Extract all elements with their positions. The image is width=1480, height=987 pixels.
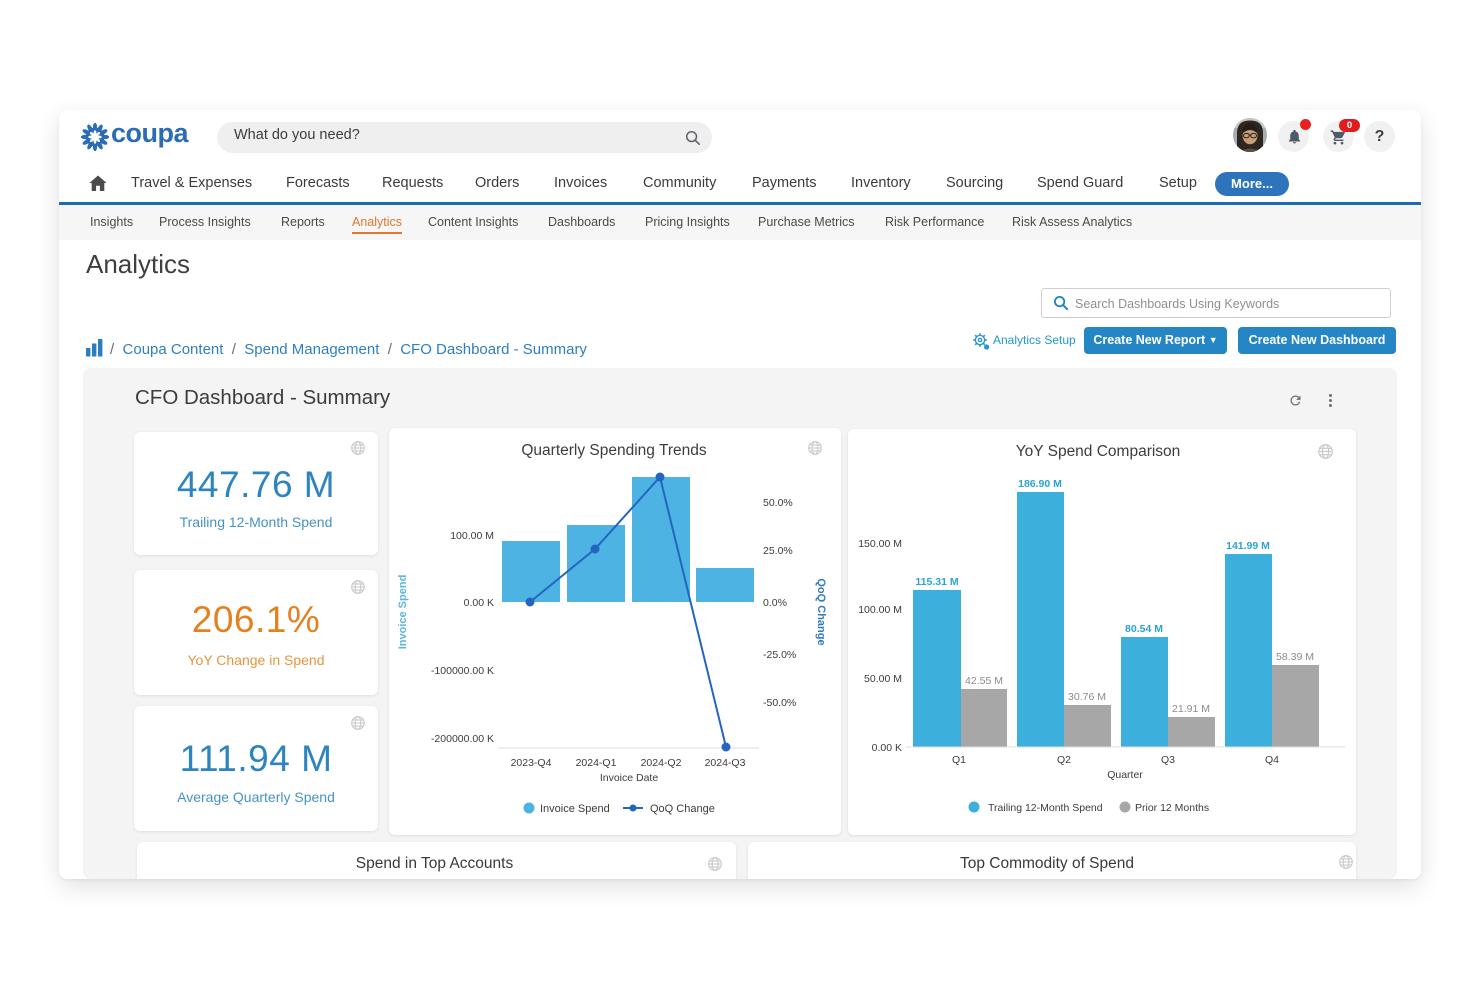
svg-text:80.54 M: 80.54 M [1125, 623, 1163, 635]
svg-text:141.99 M: 141.99 M [1226, 540, 1270, 552]
svg-text:Q4: Q4 [1265, 754, 1279, 766]
svg-text:58.39 M: 58.39 M [1276, 651, 1314, 663]
svg-text:115.31 M: 115.31 M [915, 576, 958, 588]
svg-text:2023-Q4: 2023-Q4 [511, 757, 552, 769]
svg-text:Quarterly Spending Trends: Quarterly Spending Trends [521, 442, 706, 459]
svg-text:-200000.00 K: -200000.00 K [431, 733, 494, 745]
svg-text:42.55 M: 42.55 M [965, 675, 1003, 687]
svg-text:YoY Spend Comparison: YoY Spend Comparison [1016, 443, 1181, 460]
svg-text:21.91 M: 21.91 M [1172, 703, 1210, 715]
svg-text:186.90 M: 186.90 M [1018, 478, 1062, 490]
svg-text:0.0%: 0.0% [763, 597, 787, 609]
svg-text:Invoice Spend: Invoice Spend [540, 803, 610, 815]
svg-text:50.00 M: 50.00 M [864, 673, 902, 685]
svg-text:100.00 M: 100.00 M [450, 530, 494, 542]
svg-text:Invoice Date: Invoice Date [600, 772, 659, 784]
svg-text:Prior 12 Months: Prior 12 Months [1135, 802, 1209, 814]
svg-text:Trailing 12-Month Spend: Trailing 12-Month Spend [988, 802, 1103, 814]
svg-text:Q1: Q1 [952, 754, 966, 766]
svg-text:-50.0%: -50.0% [763, 697, 796, 709]
svg-text:0.00 K: 0.00 K [464, 597, 494, 609]
svg-text:QoQ Change: QoQ Change [815, 578, 827, 645]
svg-text:Q3: Q3 [1161, 754, 1175, 766]
svg-text:100.00 M: 100.00 M [858, 604, 902, 616]
svg-text:QoQ Change: QoQ Change [650, 803, 715, 815]
svg-text:0.00 K: 0.00 K [872, 742, 902, 754]
svg-text:50.0%: 50.0% [763, 497, 793, 509]
svg-text:25.0%: 25.0% [763, 545, 793, 557]
svg-text:150.00 M: 150.00 M [858, 538, 902, 550]
svg-text:30.76 M: 30.76 M [1068, 691, 1106, 703]
svg-text:Q2: Q2 [1057, 754, 1071, 766]
svg-text:2024-Q2: 2024-Q2 [641, 757, 682, 769]
svg-text:2024-Q1: 2024-Q1 [576, 757, 617, 769]
svg-text:-100000.00 K: -100000.00 K [431, 665, 494, 677]
svg-text:-25.0%: -25.0% [763, 649, 796, 661]
svg-text:Quarter: Quarter [1107, 769, 1143, 781]
svg-text:2024-Q3: 2024-Q3 [705, 757, 746, 769]
svg-text:Invoice Spend: Invoice Spend [397, 575, 409, 650]
